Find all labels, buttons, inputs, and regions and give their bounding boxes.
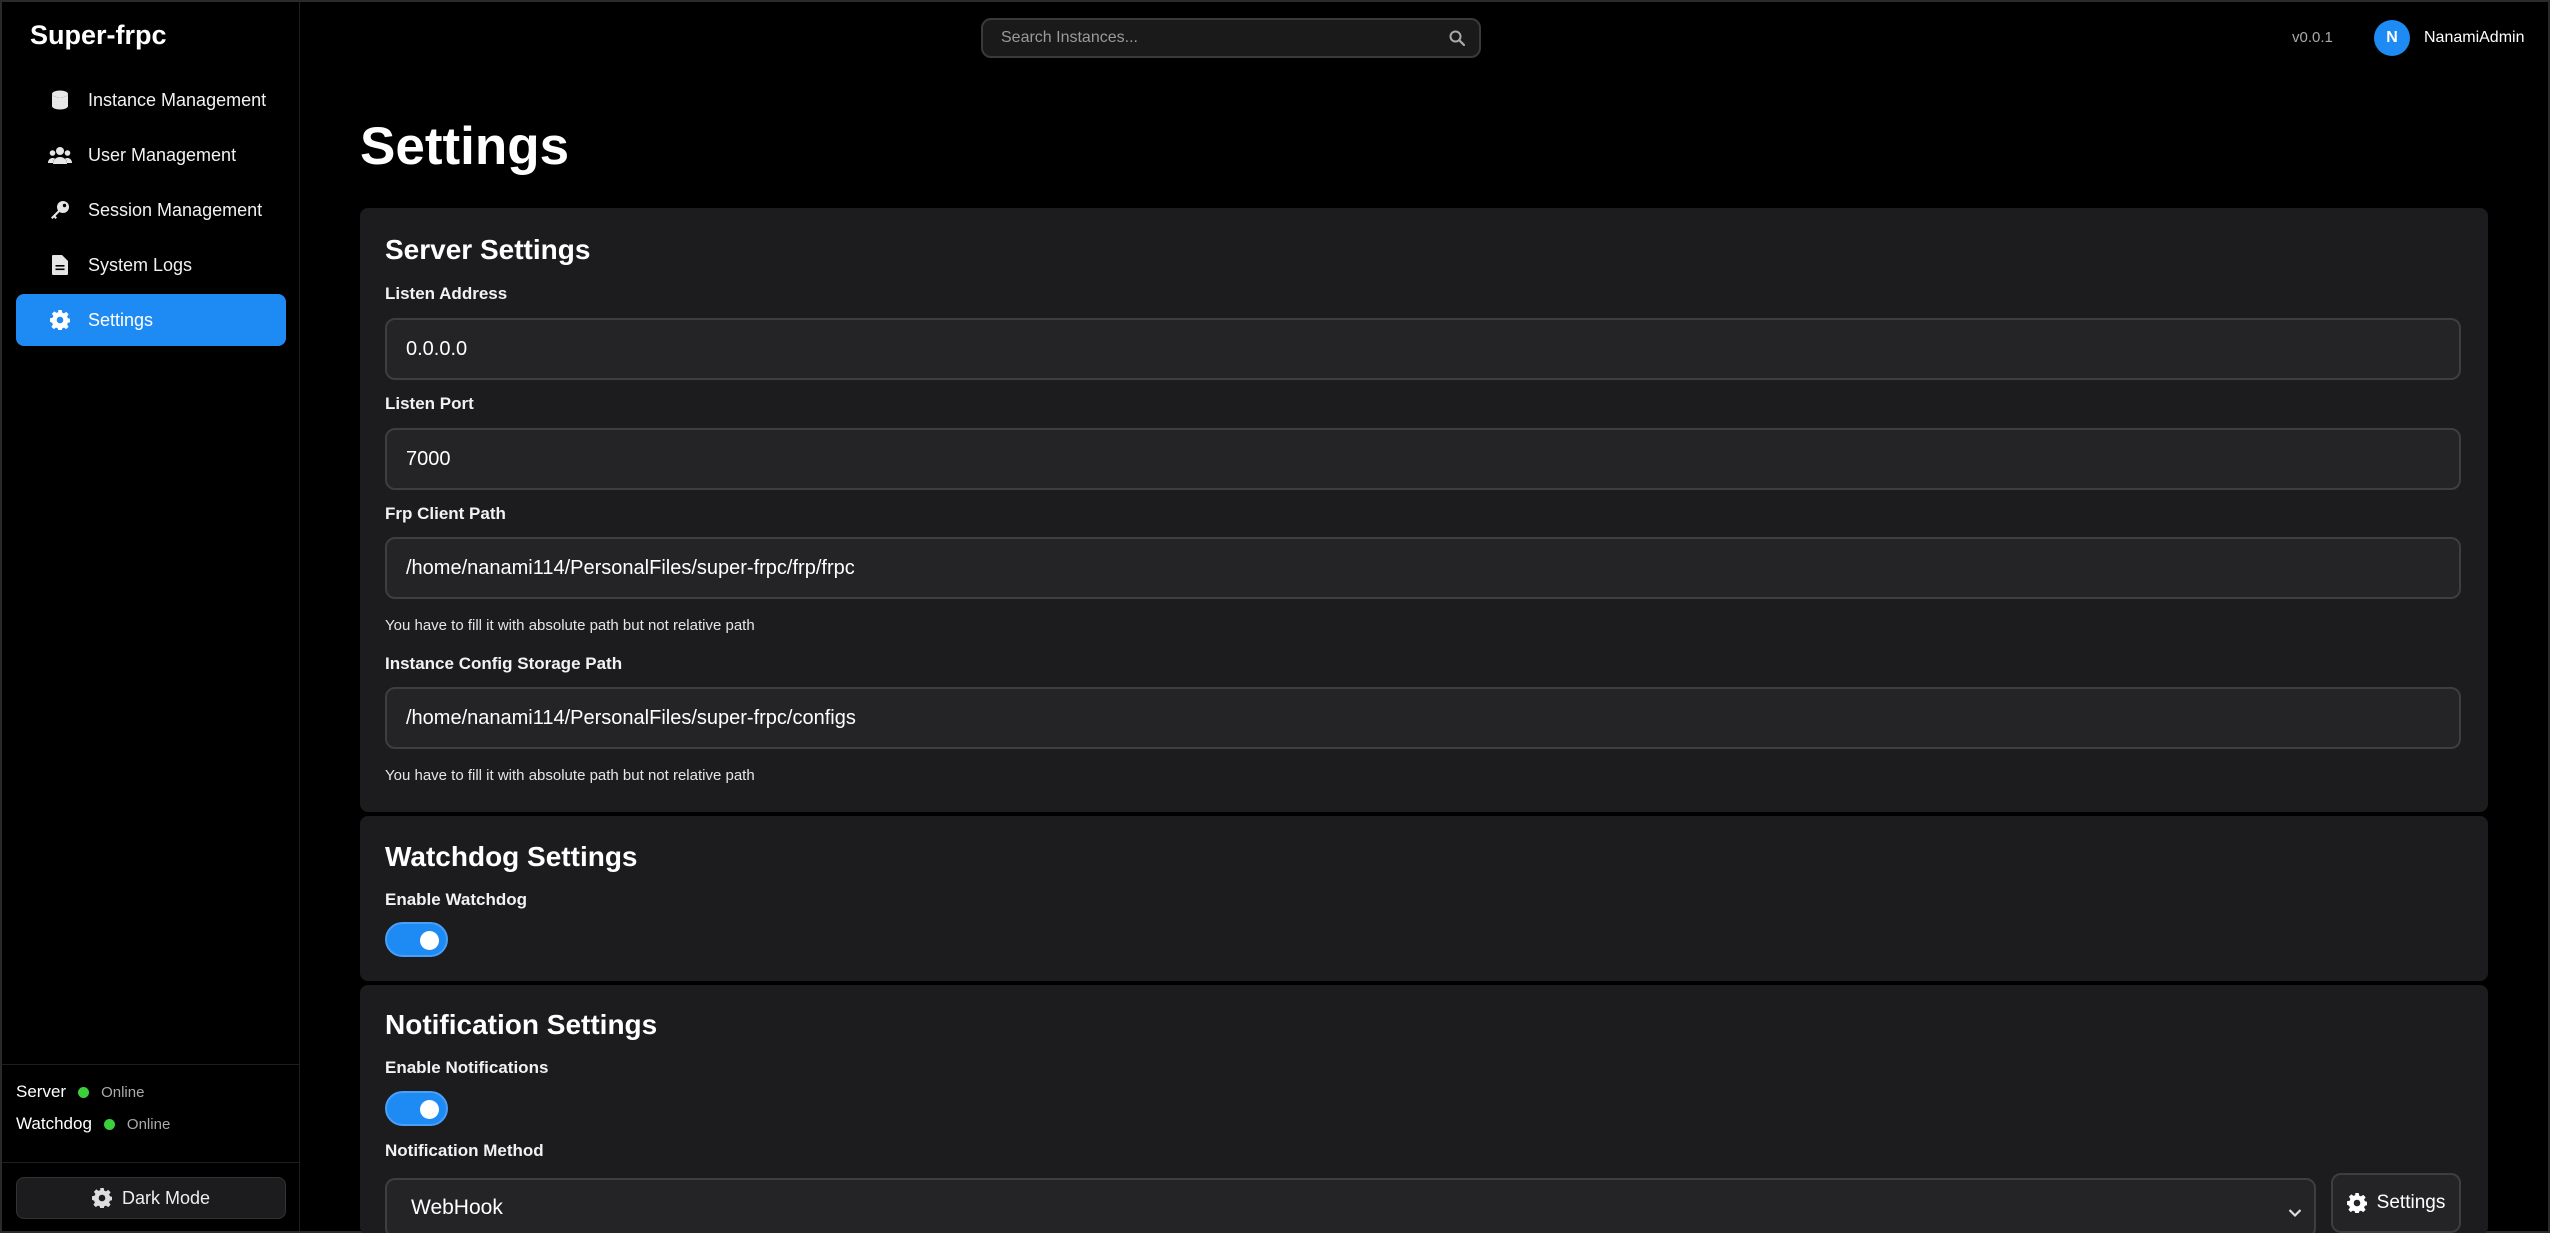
- watchdog-status-label: Watchdog: [16, 1114, 92, 1133]
- users-icon: [48, 143, 72, 167]
- username: NanamiAdmin: [2424, 29, 2525, 46]
- server-status: Server Online: [16, 1082, 144, 1102]
- sidebar-item-label: Instance Management: [88, 89, 267, 110]
- config-storage-hint: You have to fill it with absolute path b…: [385, 767, 755, 784]
- toggle-knob: [420, 1100, 439, 1119]
- notification-method-value: WebHook: [411, 1196, 503, 1219]
- server-settings-card: Server Settings Listen Address Listen Po…: [360, 208, 2488, 812]
- watchdog-status: Watchdog Online: [16, 1114, 170, 1134]
- frp-client-path-hint: You have to fill it with absolute path b…: [385, 617, 755, 634]
- watchdog-settings-card: Watchdog Settings Enable Watchdog: [360, 816, 2488, 981]
- toggle-knob: [420, 931, 439, 950]
- sidebar-item-session-management[interactable]: Session Management: [16, 184, 286, 236]
- notification-settings-button[interactable]: Settings: [2331, 1173, 2461, 1233]
- file-icon: [48, 253, 72, 277]
- status-dot-icon: [103, 1118, 115, 1130]
- search-icon[interactable]: [1449, 30, 1466, 51]
- listen-address-field[interactable]: [385, 318, 2461, 380]
- listen-address-label: Listen Address: [385, 284, 508, 303]
- page-title: Settings: [360, 117, 570, 176]
- server-status-value: Online: [101, 1083, 145, 1101]
- enable-notifications-toggle[interactable]: [385, 1091, 448, 1126]
- key-icon: [48, 198, 72, 222]
- divider: [2, 1162, 300, 1163]
- watchdog-settings-title: Watchdog Settings: [385, 841, 638, 872]
- notification-settings-card: Notification Settings Enable Notificatio…: [360, 985, 2488, 1233]
- dark-mode-button[interactable]: Dark Mode: [16, 1177, 286, 1219]
- listen-port-field[interactable]: [385, 428, 2461, 490]
- frp-client-path-label: Frp Client Path: [385, 504, 506, 523]
- sidebar-item-system-logs[interactable]: System Logs: [16, 239, 286, 291]
- status-dot-icon: [78, 1086, 90, 1098]
- search-input[interactable]: [983, 20, 1479, 56]
- gear-icon: [91, 1188, 112, 1208]
- notification-method-label: Notification Method: [385, 1141, 544, 1160]
- server-settings-title: Server Settings: [385, 234, 591, 265]
- enable-watchdog-label: Enable Watchdog: [385, 890, 527, 909]
- sidebar-item-instance-management[interactable]: Instance Management: [16, 74, 286, 126]
- enable-watchdog-toggle[interactable]: [385, 922, 448, 957]
- version-label: v0.0.1: [2292, 29, 2333, 46]
- divider: [2, 1064, 300, 1065]
- frp-client-path-input[interactable]: [387, 539, 2459, 597]
- sidebar: Super-frpc Instance Management User Mana…: [2, 2, 300, 1231]
- config-storage-field[interactable]: [385, 687, 2461, 749]
- sidebar-item-label: System Logs: [88, 254, 193, 275]
- sidebar-item-label: Settings: [88, 309, 154, 330]
- sidebar-item-label: Session Management: [88, 199, 263, 220]
- listen-address-input[interactable]: [387, 320, 2459, 378]
- dark-mode-label: Dark Mode: [121, 1187, 211, 1208]
- sidebar-item-settings[interactable]: Settings: [16, 294, 286, 346]
- notification-method-select[interactable]: WebHook: [385, 1178, 2316, 1233]
- chevron-down-icon: [2288, 1200, 2302, 1224]
- search-bar[interactable]: [981, 18, 1481, 58]
- server-status-label: Server: [16, 1082, 67, 1101]
- sidebar-item-label: User Management: [88, 144, 237, 165]
- listen-port-input[interactable]: [387, 430, 2459, 488]
- enable-notifications-label: Enable Notifications: [385, 1058, 549, 1077]
- config-storage-label: Instance Config Storage Path: [385, 654, 623, 673]
- sidebar-nav: Instance Management User Management Sess…: [16, 74, 286, 349]
- notification-settings-title: Notification Settings: [385, 1009, 658, 1040]
- brand-title: Super-frpc: [30, 20, 167, 50]
- user-menu[interactable]: N NanamiAdmin: [2374, 20, 2524, 56]
- database-icon: [48, 88, 72, 112]
- sidebar-item-user-management[interactable]: User Management: [16, 129, 286, 181]
- watchdog-status-value: Online: [126, 1115, 171, 1133]
- listen-port-label: Listen Port: [385, 394, 474, 413]
- gear-icon: [48, 308, 72, 332]
- avatar: N: [2374, 20, 2410, 56]
- gear-icon: [2346, 1193, 2367, 1213]
- notification-settings-button-label: Settings: [2376, 1192, 2446, 1213]
- config-storage-input[interactable]: [387, 689, 2459, 747]
- app-window: Super-frpc Instance Management User Mana…: [0, 0, 2550, 1233]
- frp-client-path-field[interactable]: [385, 537, 2461, 599]
